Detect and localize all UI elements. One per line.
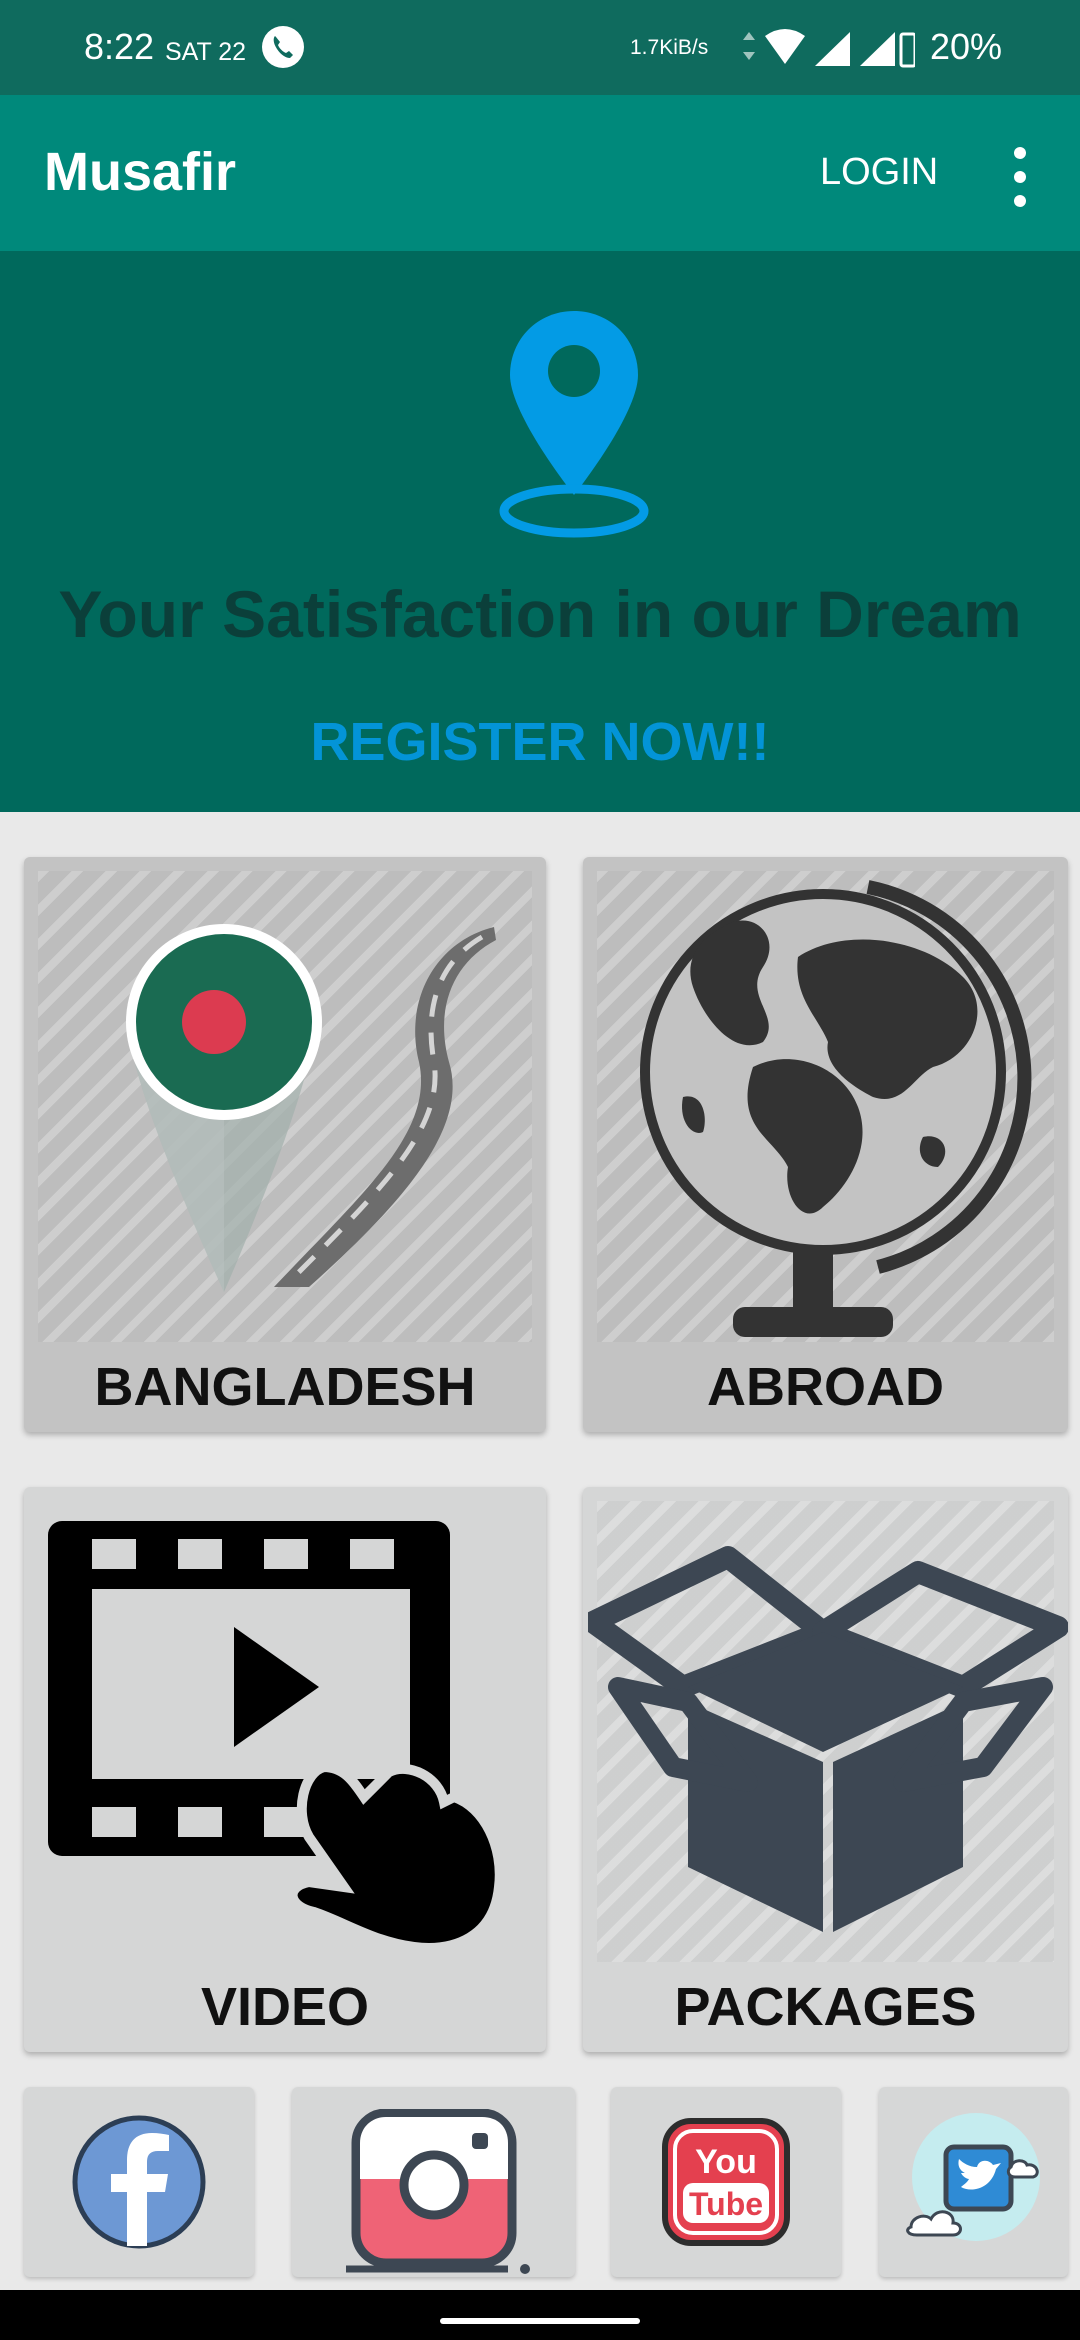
instagram-icon (346, 2109, 530, 2274)
more-options-icon[interactable] (1000, 147, 1040, 207)
system-nav-bar (0, 2290, 1080, 2340)
hero-tagline: Your Satisfaction in our Dream (58, 577, 1022, 651)
video-tile[interactable]: VIDEO (24, 1487, 546, 2052)
packages-tile[interactable]: PACKAGES (583, 1487, 1068, 2052)
facebook-icon (72, 2115, 206, 2249)
youtube-icon: You Tube (662, 2118, 790, 2246)
app-bar: Musafir LOGIN (0, 95, 1080, 251)
youtube-tile[interactable]: You Tube (611, 2087, 841, 2277)
register-now-button[interactable]: REGISTER NOW!! (0, 711, 1080, 773)
packages-label: PACKAGES (674, 1977, 977, 2037)
svg-text:Tube: Tube (689, 2186, 763, 2222)
video-label: VIDEO (200, 1977, 370, 2037)
status-day: SAT 22 (165, 38, 247, 66)
battery-level: 20% (930, 26, 1003, 67)
twitter-tile[interactable] (879, 2087, 1068, 2277)
bangladesh-tile[interactable]: BANGLADESH (24, 857, 546, 1432)
network-speed: 1.7KiB/s (630, 36, 709, 59)
bangladesh-map-road-icon (126, 924, 496, 1292)
twitter-icon (906, 2113, 1040, 2241)
open-box-icon (588, 1546, 1068, 1932)
video-player-icon (48, 1521, 505, 1953)
abroad-label: ABROAD (707, 1357, 944, 1417)
location-pin-icon (499, 311, 649, 538)
svg-text:You: You (695, 2143, 757, 2181)
home-gesture-handle[interactable] (440, 2318, 640, 2324)
globe-icon (640, 880, 1032, 1337)
hero-banner: Your Satisfaction in our Dream REGISTER … (0, 251, 1080, 812)
signal-wifi-icon (743, 29, 915, 68)
login-button[interactable]: LOGIN (820, 151, 938, 194)
status-time: 8:22 (84, 26, 155, 67)
abroad-tile[interactable]: ABROAD (583, 857, 1068, 1432)
facebook-tile[interactable] (24, 2087, 254, 2277)
bangladesh-label: BANGLADESH (94, 1357, 476, 1417)
app-title: Musafir (44, 142, 237, 202)
status-bar: 8:22 SAT 22 1.7KiB/s 20% (0, 0, 1080, 95)
call-icon (262, 26, 304, 68)
instagram-tile[interactable] (292, 2087, 575, 2277)
